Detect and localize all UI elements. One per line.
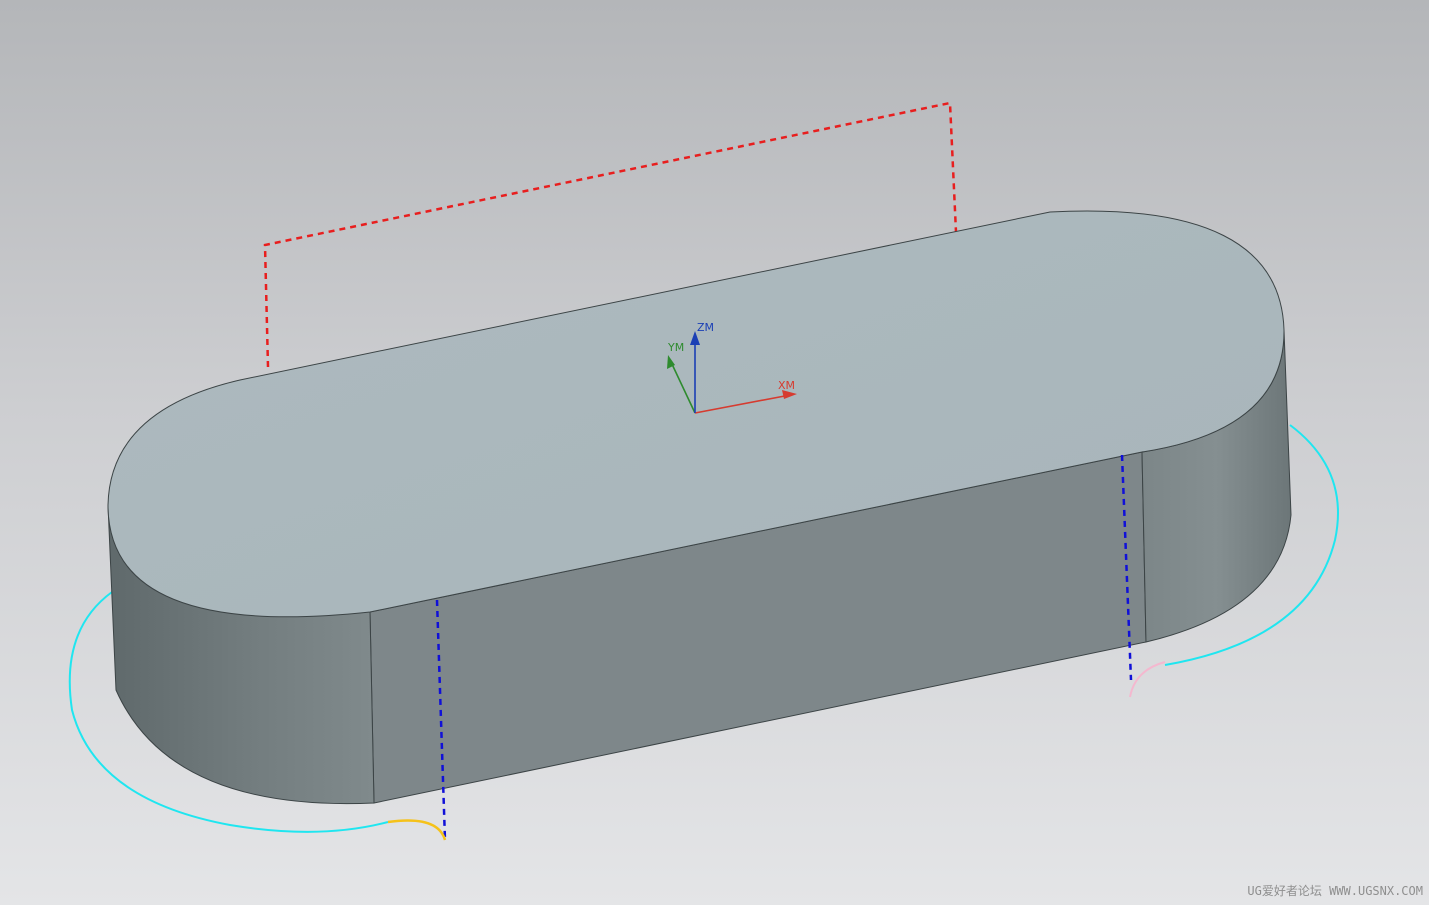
watermark: UG爱好者论坛 WWW.UGSNX.COM (1247, 884, 1423, 898)
engage-arc (387, 819, 447, 841)
y-axis-label: YM (667, 341, 684, 354)
model-view[interactable]: XM YM ZM (0, 0, 1429, 905)
x-axis-label: XM (778, 379, 795, 392)
retract-arc (1129, 661, 1166, 698)
graphics-viewport[interactable]: XM YM ZM UG爱好者论坛 WWW.UGSNX.COM (0, 0, 1429, 905)
z-axis-label: ZM (697, 321, 714, 334)
